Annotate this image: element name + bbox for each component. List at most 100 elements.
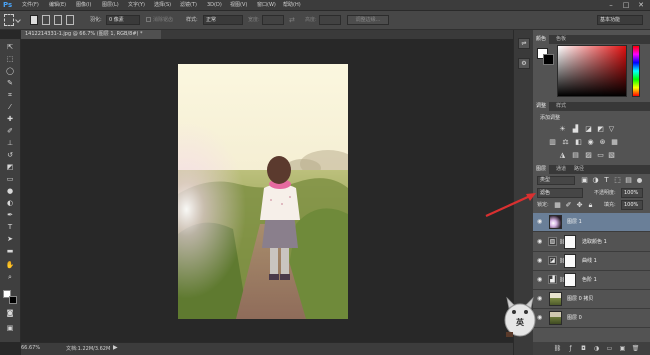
eraser-tool-icon[interactable]: ◩ [4, 163, 16, 172]
vibrance-adjustment-icon[interactable]: ▽ [607, 125, 616, 133]
invert-adjustment-icon[interactable]: ◮ [558, 151, 567, 159]
tab-swatches[interactable]: 色板 [553, 35, 569, 44]
workspace-select[interactable]: 基本功能 [597, 15, 643, 25]
layer-row[interactable]: ◉ ▟ ⛓ 色阶 1 [533, 271, 650, 290]
filter-toggle-icon[interactable] [637, 178, 642, 183]
refine-edge-button[interactable]: 调整边缘... [347, 15, 389, 25]
filter-type-icon[interactable]: T [602, 176, 611, 184]
color-panel-background-swatch[interactable] [543, 54, 554, 65]
layer-row[interactable]: ◉ ▧ ⛓ 选取颜色 1 [533, 233, 650, 252]
pen-tool-icon[interactable]: ✒ [4, 211, 16, 220]
filter-pixel-icon[interactable]: ▣ [580, 176, 589, 184]
posterize-adjustment-icon[interactable]: ▤ [571, 151, 580, 159]
history-brush-tool-icon[interactable]: ↺ [4, 151, 16, 160]
layer-row[interactable]: ◉ 图层 0 [533, 309, 650, 328]
exposure-adjustment-icon[interactable]: ◩ [596, 125, 605, 133]
layer-name[interactable]: 图层 0 [567, 309, 582, 328]
delete-layer-icon[interactable]: 🗑︎ [631, 344, 640, 353]
crop-tool-icon[interactable]: ⌗ [4, 91, 16, 100]
menu-select[interactable]: 选择(S) [154, 0, 171, 11]
visibility-eye-icon[interactable]: ◉ [537, 314, 545, 322]
visibility-eye-icon[interactable]: ◉ [537, 257, 545, 265]
new-adjustment-layer-icon[interactable]: ◑ [592, 344, 601, 353]
curves-adjustment-icon[interactable]: ◪ [584, 125, 593, 133]
mask-link-icon[interactable]: ⛓ [559, 257, 565, 265]
channel-mixer-adjustment-icon[interactable]: ⊛ [598, 138, 607, 146]
visibility-eye-icon[interactable]: ◉ [537, 295, 545, 303]
properties-panel-icon[interactable]: ⚙ [518, 58, 530, 69]
document-tab[interactable]: 1412214331-1.jpg @ 66.7% (图层 1, RGB/8#) … [21, 30, 161, 39]
antialias-checkbox[interactable] [146, 17, 151, 22]
menu-help[interactable]: 帮助(H) [283, 0, 301, 11]
lasso-tool-icon[interactable]: ◯ [4, 67, 16, 76]
blur-tool-icon[interactable]: ● [4, 187, 16, 196]
levels-adjustment-icon[interactable]: ▟ [571, 125, 580, 133]
menu-view[interactable]: 视图(V) [230, 0, 247, 11]
menu-image[interactable]: 图像(I) [76, 0, 91, 11]
layer-name[interactable]: 色阶 1 [582, 271, 597, 290]
path-selection-tool-icon[interactable]: ➤ [4, 235, 16, 244]
layer-mask-thumbnail[interactable] [564, 235, 576, 249]
move-tool-icon[interactable]: ⇱ [4, 43, 16, 52]
status-menu-arrow[interactable]: ▶ [113, 344, 118, 351]
intersect-selection-icon[interactable] [66, 15, 74, 25]
document-image[interactable] [178, 64, 348, 319]
tab-paths[interactable]: 路径 [571, 165, 587, 174]
color-balance-adjustment-icon[interactable]: ⚖ [561, 138, 570, 146]
width-input[interactable] [262, 15, 284, 25]
layer-name[interactable]: 选取颜色 1 [582, 233, 607, 252]
menu-layer[interactable]: 图层(L) [102, 0, 119, 11]
menu-window[interactable]: 窗口(W) [257, 0, 276, 11]
tab-channels[interactable]: 通道 [553, 165, 569, 174]
link-layers-icon[interactable]: ⛓ [553, 344, 562, 353]
color-picker-field[interactable] [557, 45, 627, 97]
lock-position-icon[interactable]: ✥ [575, 201, 584, 209]
menu-edit[interactable]: 编辑(E) [49, 0, 66, 11]
quick-select-tool-icon[interactable]: ✎ [4, 79, 16, 88]
tab-styles[interactable]: 样式 [553, 102, 569, 111]
background-color-swatch[interactable] [9, 296, 17, 304]
zoom-readout[interactable]: 66.67% [21, 345, 40, 351]
mask-link-icon[interactable]: ⛓ [559, 238, 565, 246]
black-white-adjustment-icon[interactable]: ◧ [574, 138, 583, 146]
layer-name[interactable]: 图层 0 拷贝 [567, 290, 593, 309]
brush-tool-icon[interactable]: ✐ [4, 127, 16, 136]
gradient-tool-icon[interactable]: ▭ [4, 175, 16, 184]
tab-adjustments[interactable]: 调整 [533, 102, 550, 111]
filter-adjustment-icon[interactable]: ◑ [591, 176, 600, 184]
shape-tool-icon[interactable]: ▬ [4, 247, 16, 256]
layer-filter-select[interactable]: 类型 [537, 176, 575, 185]
type-tool-icon[interactable]: T [4, 223, 16, 232]
maximize-button[interactable]: □ [619, 1, 633, 10]
blend-mode-select[interactable]: 滤色 [537, 188, 583, 198]
layer-name[interactable]: 图层 1 [567, 213, 582, 232]
marquee-tool-icon[interactable] [4, 14, 14, 26]
selective-color-adjustment-icon[interactable]: ▧ [607, 151, 616, 159]
subtract-selection-icon[interactable] [54, 15, 62, 25]
menu-filter[interactable]: 滤镜(T) [180, 0, 197, 11]
eyedropper-tool-icon[interactable]: ⁄ [4, 103, 16, 112]
tab-color[interactable]: 颜色 [533, 35, 550, 44]
menu-3d[interactable]: 3D(D) [207, 0, 222, 11]
style-select[interactable]: 正常 [203, 15, 243, 25]
lock-all-icon[interactable]: 🔒︎ [586, 201, 595, 209]
color-lookup-adjustment-icon[interactable]: ▦ [610, 138, 619, 146]
brightness-adjustment-icon[interactable]: ☀ [558, 125, 567, 133]
menu-file[interactable]: 文件(F) [22, 0, 39, 11]
marquee-tool-icon[interactable]: ⬚ [4, 55, 16, 64]
layer-name[interactable]: 曲线 1 [582, 252, 597, 271]
visibility-eye-icon[interactable]: ◉ [537, 238, 545, 246]
screen-mode-icon[interactable]: ▣ [4, 324, 16, 333]
lock-transparency-icon[interactable]: ▦ [553, 201, 562, 209]
mask-link-icon[interactable]: ⛓ [559, 276, 565, 284]
add-selection-icon[interactable] [42, 15, 50, 25]
visibility-eye-icon[interactable]: ◉ [537, 276, 545, 284]
minimize-button[interactable]: – [604, 1, 618, 10]
photo-filter-adjustment-icon[interactable]: ◉ [586, 138, 595, 146]
ime-mascot[interactable]: 英 [503, 296, 537, 338]
layer-style-icon[interactable]: ƒ [566, 344, 575, 353]
healing-brush-tool-icon[interactable]: ✚ [4, 115, 16, 124]
add-mask-icon[interactable]: ◘ [579, 344, 588, 353]
menu-type[interactable]: 文字(Y) [128, 0, 145, 11]
feather-input[interactable]: 0 像素 [106, 15, 140, 25]
